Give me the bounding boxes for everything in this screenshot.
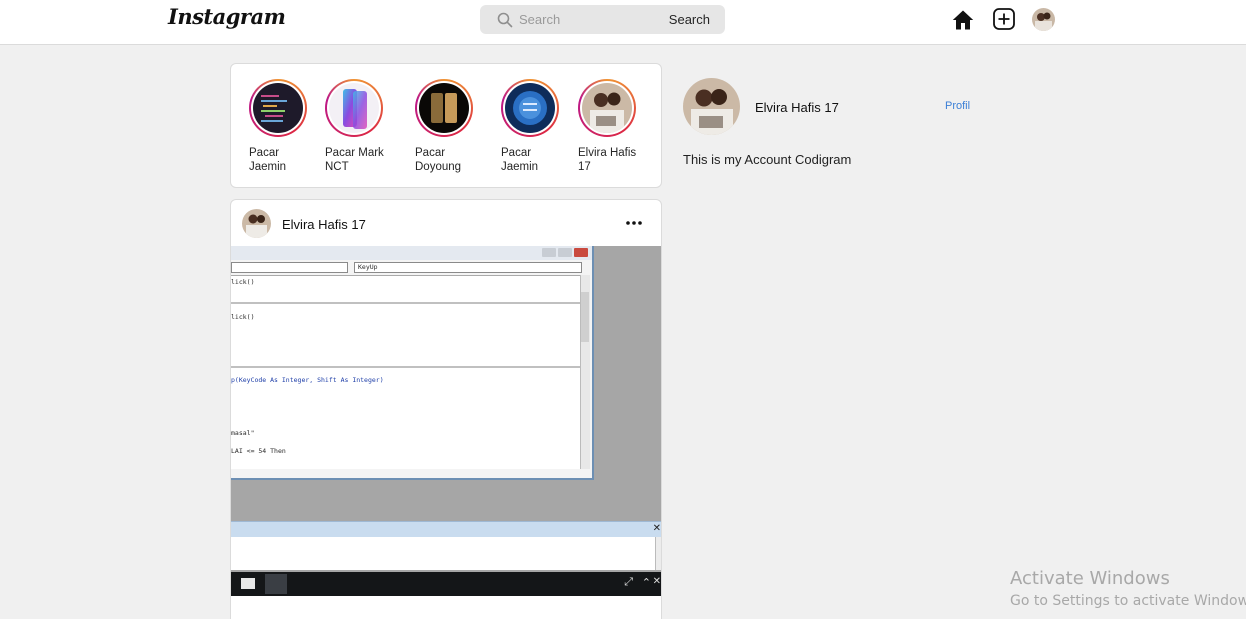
- app-icon[interactable]: [265, 574, 287, 594]
- story-avatar: [329, 83, 379, 133]
- close-icon[interactable]: ✕: [653, 576, 661, 587]
- story-label: Pacar Jaemin: [501, 147, 539, 173]
- story-item[interactable]: Pacar Doyoung: [415, 79, 485, 174]
- sidebar-avatar[interactable]: [683, 78, 740, 135]
- combo-text: KeyUp: [358, 263, 378, 271]
- story-label: Pacar Doyoung: [415, 147, 462, 173]
- more-options-icon[interactable]: [625, 220, 643, 226]
- story-avatar: [582, 83, 632, 133]
- story-avatar: [505, 83, 555, 133]
- story-avatar: [419, 83, 469, 133]
- profile-link[interactable]: Profil: [945, 100, 970, 112]
- story-avatar: [253, 83, 303, 133]
- profile-avatar[interactable]: [1032, 8, 1055, 31]
- code-line: p(KeyCode As Integer, Shift As Integer): [231, 376, 384, 384]
- sidebar-username[interactable]: Elvira Hafis 17: [755, 100, 839, 115]
- lower-window-body: [231, 537, 661, 570]
- story-label: Pacar Mark NCT: [325, 147, 384, 173]
- story-item[interactable]: Pacar Jaemin: [249, 79, 319, 174]
- search-input[interactable]: [519, 12, 659, 27]
- code-line: lick(): [231, 313, 255, 321]
- post-author-name[interactable]: Elvira Hafis 17: [282, 217, 366, 232]
- stories-tray: Pacar Jaemin Pacar Mark NCT Pacar Doyoun…: [230, 63, 662, 188]
- post-header: Elvira Hafis 17: [231, 200, 661, 247]
- top-navbar: Instagram Search: [0, 0, 1246, 45]
- post-card: Elvira Hafis 17 KeyUp lick() lick() p(Ke…: [230, 199, 662, 619]
- network-icon[interactable]: ⤢: [624, 576, 633, 589]
- search-icon: [497, 12, 513, 27]
- mail-icon[interactable]: [241, 578, 255, 589]
- code-line: LAI <= 54 Then: [231, 447, 286, 455]
- search-button[interactable]: Search: [669, 12, 710, 27]
- story-item[interactable]: Pacar Jaemin: [501, 79, 571, 174]
- add-post-icon[interactable]: [992, 7, 1016, 31]
- instagram-logo[interactable]: Instagram: [168, 4, 286, 29]
- taskbar: ⤢ ⌃ ✕: [231, 572, 661, 596]
- code-line: lick(): [231, 278, 255, 286]
- home-icon[interactable]: [951, 8, 975, 32]
- post-author-avatar[interactable]: [242, 209, 271, 238]
- code-window: KeyUp lick() lick() p(KeyCode As Integer…: [231, 246, 594, 480]
- code-line: masal": [231, 429, 255, 437]
- lower-window-titlebar: ✕: [231, 521, 661, 537]
- post-footer-area: [231, 596, 661, 619]
- story-item[interactable]: Elvira Hafis 17: [578, 79, 648, 174]
- story-label: Elvira Hafis 17: [578, 147, 637, 173]
- chevron-up-icon[interactable]: ⌃: [642, 576, 651, 589]
- post-image[interactable]: KeyUp lick() lick() p(KeyCode As Integer…: [231, 246, 661, 619]
- account-bio: This is my Account Codigram: [683, 152, 852, 167]
- close-icon[interactable]: ✕: [653, 523, 661, 534]
- activate-windows-subtitle: Go to Settings to activate Windows.: [1010, 593, 1246, 609]
- story-label: Pacar Jaemin: [249, 147, 287, 173]
- search-bar: Search: [480, 5, 725, 34]
- story-item[interactable]: Pacar Mark NCT: [325, 79, 395, 174]
- activate-windows-title: Activate Windows: [1010, 568, 1170, 589]
